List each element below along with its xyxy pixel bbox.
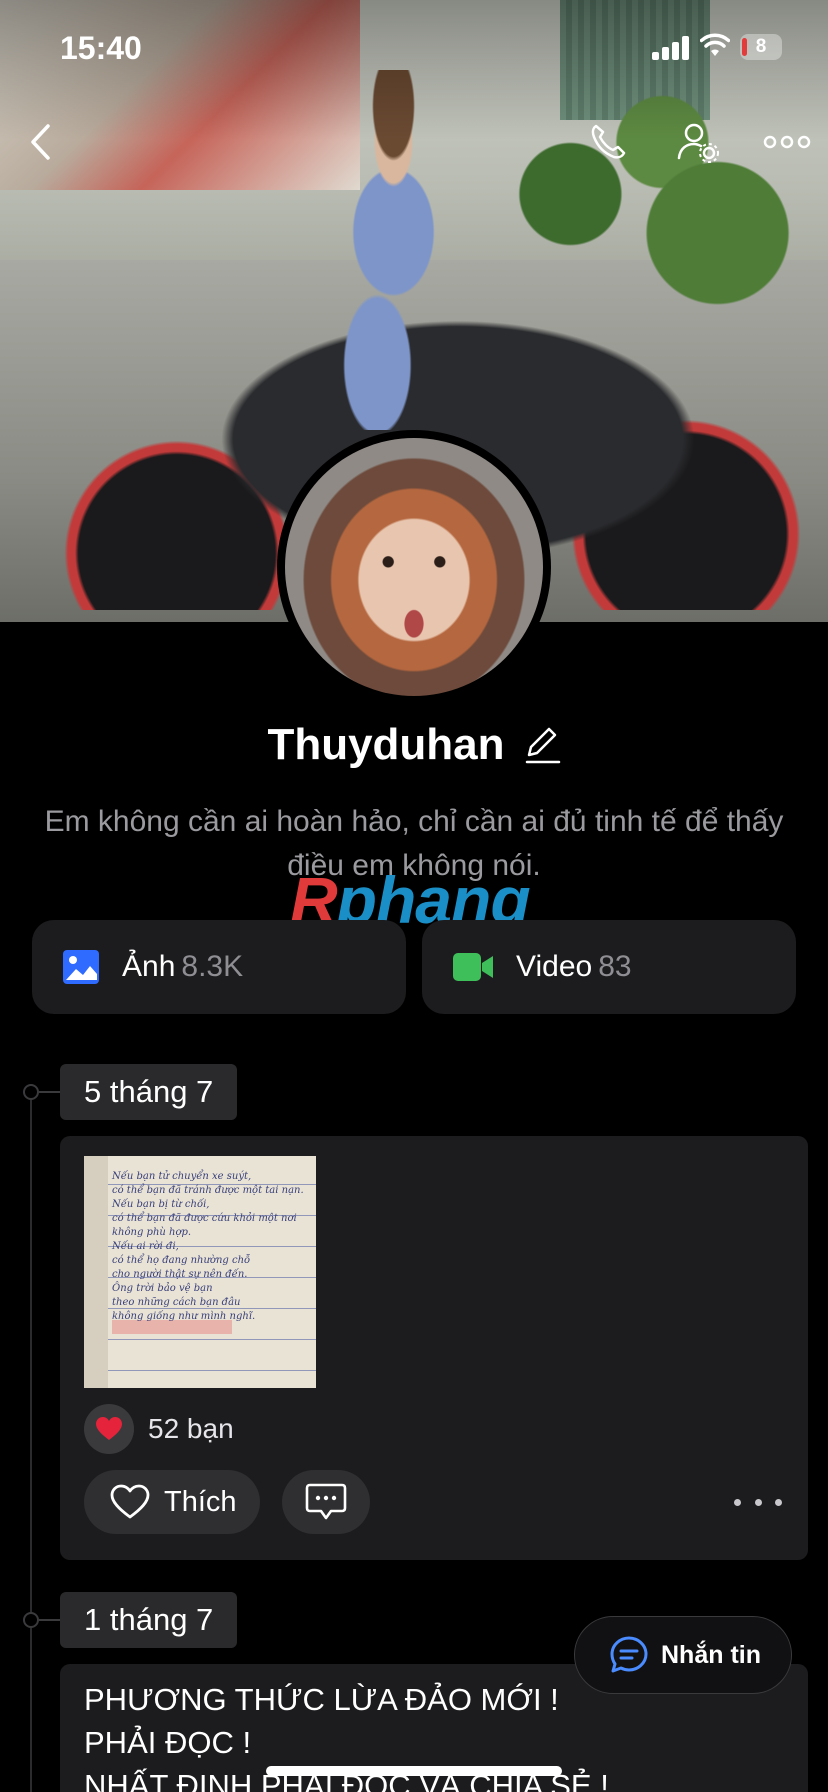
wifi-icon [700,33,730,56]
profile-name-row: Thuyduhan [0,720,828,770]
photos-button[interactable]: Ảnh 8.3K [32,920,406,1014]
battery-indicator: 8 [740,34,782,60]
more-options-button[interactable] [762,118,812,166]
more-horizontal-icon [763,135,811,149]
photos-count: 8.3K [181,950,244,983]
timeline-connector [39,1091,61,1093]
photos-label: Ảnh [122,950,176,983]
phone-icon [591,124,626,159]
heart-filled-icon [96,1417,122,1440]
videos-button[interactable]: Video 83 [422,920,796,1014]
like-label: Thích [164,1485,237,1518]
status-time: 15:40 [60,30,142,66]
profile-avatar[interactable] [277,430,551,704]
video-camera-icon [453,953,493,981]
timeline-dot [23,1612,39,1628]
reaction-summary[interactable]: 52 bạn [84,1404,234,1454]
post-more-button[interactable] [734,1488,782,1516]
post-image[interactable]: Nếu bạn tử chuyển xe suýt, có thể bạn đã… [84,1156,316,1388]
call-button[interactable] [584,118,632,166]
back-button[interactable] [16,118,64,166]
heart-outline-icon [110,1484,150,1519]
photo-icon [63,950,99,984]
timeline-date: 5 tháng 7 [60,1064,238,1120]
status-bar: 15:40 8 [0,0,828,96]
like-button[interactable]: Thích [84,1470,260,1534]
dot [754,1498,762,1506]
edit-pencil-icon[interactable] [523,725,561,765]
timeline-post: Nếu bạn tử chuyển xe suýt, có thể bạn đã… [60,1136,808,1560]
message-button[interactable]: Nhắn tin [574,1616,792,1694]
timeline-dot [23,1084,39,1100]
battery-level: 8 [755,36,767,57]
comment-button[interactable] [282,1470,370,1534]
videos-label: Video [516,950,593,983]
videos-count: 83 [598,950,632,983]
handwritten-note: Nếu bạn tử chuyển xe suýt, có thể bạn đã… [112,1171,304,1322]
cellular-signal-icon [652,36,690,60]
dot [734,1498,741,1506]
user-settings-icon [677,123,719,163]
timeline-line [30,1092,32,1792]
comment-icon [305,1483,347,1520]
message-label: Nhắn tin [661,1640,761,1669]
heart-reaction-badge [84,1404,134,1454]
profile-settings-button[interactable] [674,118,722,166]
reaction-count: 52 bạn [148,1413,234,1444]
avatar-photo [285,438,543,696]
timeline-connector [39,1619,61,1621]
timeline-date: 1 tháng 7 [60,1592,238,1648]
chevron-left-icon [31,124,50,160]
profile-name: Thuyduhan [267,720,505,769]
home-indicator[interactable] [266,1766,562,1776]
dot [775,1498,782,1506]
chat-bubble-icon [610,1636,648,1673]
